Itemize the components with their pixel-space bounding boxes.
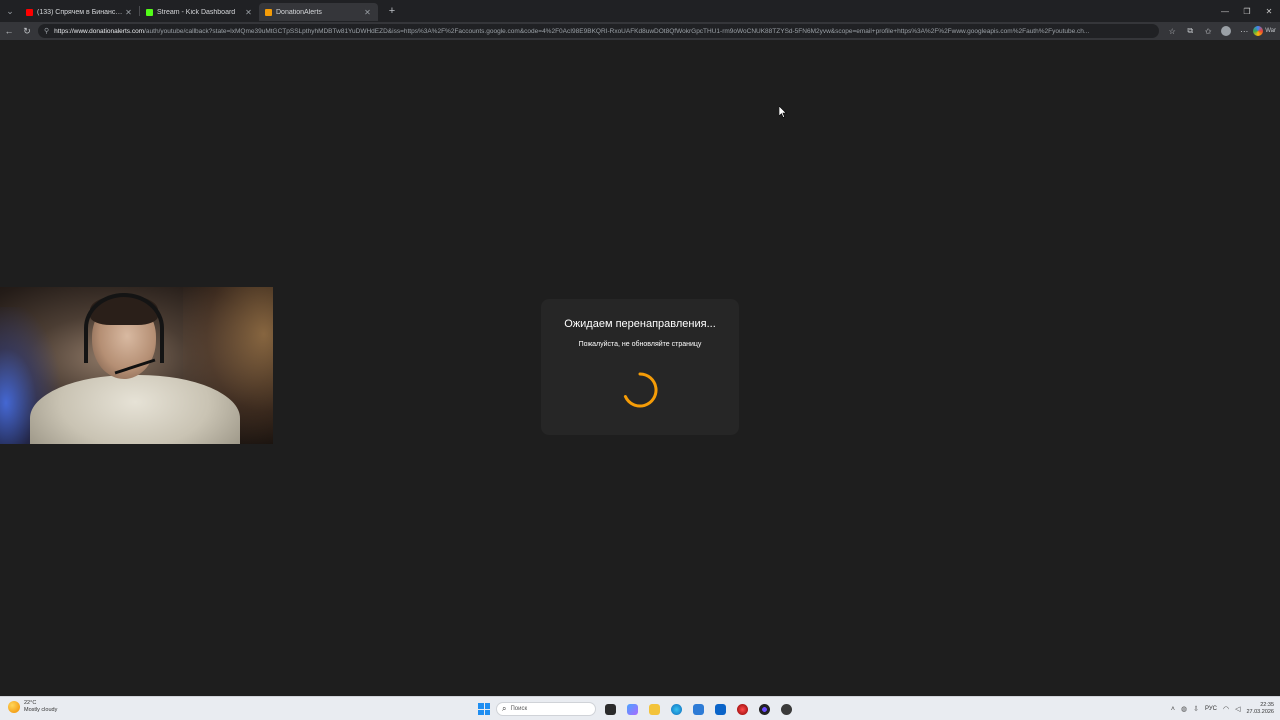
obs-icon[interactable] xyxy=(756,701,772,717)
copilot-label: War xyxy=(1265,28,1276,34)
redirect-heading: Ожидаем перенаправления... xyxy=(564,318,716,330)
tray-app-icon[interactable]: ◍ xyxy=(1181,705,1187,713)
language-indicator[interactable]: РУС xyxy=(1205,706,1217,712)
tray-download-icon[interactable]: ⇩ xyxy=(1193,705,1199,713)
extensions-icon[interactable]: ⧉ xyxy=(1181,22,1199,40)
search-placeholder: Поиск xyxy=(510,706,528,712)
windows-taskbar: 22°C Mostly cloudy ⌕ Поиск ˄ ◍ ⇩ РУС ◠ ◁… xyxy=(0,696,1280,720)
outlook-icon[interactable] xyxy=(712,701,728,717)
site-info-icon[interactable]: ⚲ xyxy=(44,27,49,35)
window-controls: — ❐ ✕ xyxy=(1214,0,1280,22)
window-close-icon[interactable]: ✕ xyxy=(1258,0,1280,22)
mouse-cursor-icon xyxy=(779,106,787,118)
new-tab-button[interactable]: + xyxy=(384,3,400,19)
system-tray: ˄ ◍ ⇩ РУС ◠ ◁ 22:35 27.03.2026 xyxy=(1171,699,1274,719)
redirect-subheading: Пожалуйста, не обновляйте страницу xyxy=(578,341,702,348)
file-explorer-icon[interactable] xyxy=(646,701,662,717)
tab-close-icon[interactable]: ✕ xyxy=(124,8,133,17)
reload-icon[interactable]: ↻ xyxy=(18,22,36,40)
kick-favicon-icon xyxy=(146,8,153,16)
tab-close-icon[interactable]: ✕ xyxy=(363,8,372,17)
page-viewport: Ожидаем перенаправления... Пожалуйста, н… xyxy=(0,40,1280,696)
tab-list-menu-icon[interactable]: ⌄ xyxy=(0,0,20,22)
tab-donationalerts[interactable]: DonationAlerts ✕ xyxy=(259,3,378,21)
back-icon[interactable]: ← xyxy=(0,22,18,40)
url-host: https://www.donationalerts.com xyxy=(54,27,145,35)
url-path: /auth/youtube/callback?state=lxMQme39uMt… xyxy=(144,27,1090,35)
wifi-icon[interactable]: ◠ xyxy=(1223,705,1229,713)
app-red-icon[interactable] xyxy=(734,701,750,717)
start-windows-icon[interactable] xyxy=(478,703,490,715)
minimize-icon[interactable]: — xyxy=(1214,0,1236,22)
redirect-card: Ожидаем перенаправления... Пожалуйста, н… xyxy=(541,299,739,435)
webcam-overlay xyxy=(0,287,273,444)
weather-temperature: 22°C xyxy=(24,700,37,706)
weather-text: 22°C Mostly cloudy xyxy=(24,700,57,714)
address-bar[interactable]: ⚲ https://www.donationalerts.com/auth/yo… xyxy=(38,24,1160,38)
edge-browser-icon[interactable] xyxy=(668,701,684,717)
copilot-button[interactable]: War xyxy=(1253,26,1280,36)
url-text: https://www.donationalerts.com/auth/yout… xyxy=(54,28,1089,35)
store-icon[interactable] xyxy=(690,701,706,717)
clock-date: 27.03.2026 xyxy=(1246,709,1274,715)
browser-toolbar: ← ↻ ⚲ https://www.donationalerts.com/aut… xyxy=(0,22,1280,40)
donationalerts-favicon-icon xyxy=(265,8,272,16)
clock[interactable]: 22:35 27.03.2026 xyxy=(1246,702,1274,716)
restore-icon[interactable]: ❐ xyxy=(1236,0,1258,22)
app-gear-icon[interactable] xyxy=(778,701,794,717)
profile-avatar[interactable] xyxy=(1217,22,1235,40)
profile-icon xyxy=(1221,26,1232,36)
loading-spinner-icon xyxy=(623,372,658,408)
tab-close-icon[interactable]: ✕ xyxy=(244,8,253,17)
bookmark-star-icon[interactable]: ☆ xyxy=(1163,22,1181,40)
tab-kick-dashboard[interactable]: Stream - Kick Dashboard ✕ xyxy=(140,3,259,21)
more-menu-icon[interactable]: ⋯ xyxy=(1235,22,1253,40)
copilot-icon xyxy=(1253,26,1264,36)
taskbar-apps: ⌕ Поиск xyxy=(478,700,794,718)
clock-time: 22:35 xyxy=(1260,702,1274,708)
tab-strip: ⌄ (133) Спрячем в Бинанс (prod. by ✕ Str… xyxy=(0,0,1280,22)
tab-title: DonationAlerts xyxy=(276,8,322,16)
weather-widget[interactable]: 22°C Mostly cloudy xyxy=(8,700,57,714)
weather-description: Mostly cloudy xyxy=(24,707,58,713)
tab-title: (133) Спрячем в Бинанс (prod. by xyxy=(37,8,124,16)
headset-icon xyxy=(84,293,164,363)
task-view-icon[interactable] xyxy=(602,701,618,717)
tab-title: Stream - Kick Dashboard xyxy=(157,8,236,16)
tab-youtube[interactable]: (133) Спрячем в Бинанс (prod. by ✕ xyxy=(20,3,139,21)
favorites-icon[interactable]: ✩ xyxy=(1199,22,1217,40)
youtube-favicon-icon xyxy=(26,8,33,16)
volume-icon[interactable]: ◁ xyxy=(1235,705,1240,713)
widgets-icon[interactable] xyxy=(624,701,640,717)
tray-overflow-icon[interactable]: ˄ xyxy=(1171,706,1175,713)
weather-sun-icon xyxy=(8,701,20,713)
taskbar-search[interactable]: ⌕ Поиск xyxy=(496,702,596,716)
search-icon: ⌕ xyxy=(502,704,507,713)
